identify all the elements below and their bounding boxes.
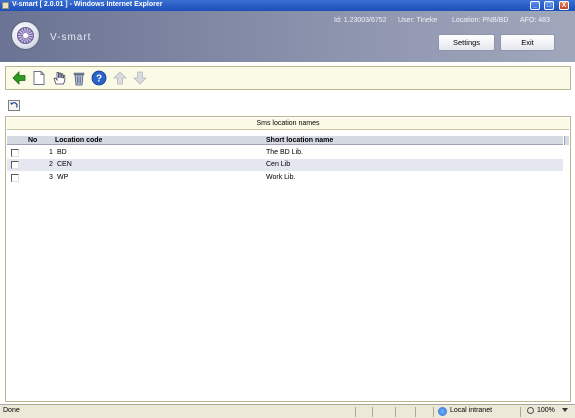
ie-page-icon (2, 2, 9, 9)
column-header-short-name[interactable]: Short location name (266, 137, 333, 144)
move-down-icon[interactable] (132, 70, 148, 86)
window-title-bar: V-smart [ 2.0.01 ] - Windows Internet Ex… (0, 0, 575, 11)
row-no: 1 (49, 149, 53, 156)
status-divider (372, 407, 373, 417)
table-row[interactable]: 1 BD The BD Lib. (7, 147, 563, 159)
undo-arrow-icon (10, 102, 18, 108)
exit-button[interactable]: Exit (500, 34, 555, 51)
location-names-panel: Sms location names No Location code Shor… (5, 116, 571, 402)
new-document-icon[interactable] (31, 70, 47, 86)
minimize-button[interactable]: _ (530, 1, 540, 10)
back-arrow-icon[interactable] (11, 70, 27, 86)
select-hand-icon[interactable] (51, 70, 67, 86)
status-divider (433, 407, 434, 417)
settings-button[interactable]: Settings (438, 34, 495, 51)
row-checkbox[interactable] (11, 161, 19, 169)
toolbar: ? (5, 66, 571, 90)
row-short-name: Work Lib. (266, 174, 296, 181)
move-up-icon[interactable] (112, 70, 128, 86)
table-row[interactable]: 2 CEN Cen Lib (7, 159, 563, 171)
table-header: No Location code Short location name (7, 136, 563, 145)
browser-status-bar: Done Local intranet 100% (0, 404, 575, 418)
zoom-level[interactable]: 100% (537, 407, 555, 414)
row-location-code: WP (57, 174, 69, 181)
security-zone: Local intranet (450, 407, 493, 414)
row-short-name: Cen Lib (266, 161, 291, 168)
row-location-code: CEN (57, 161, 72, 168)
session-id: Id: 1.23003/6752 (334, 17, 387, 24)
undo-button[interactable] (8, 100, 20, 111)
window-title: V-smart [ 2.0.01 ] - Windows Internet Ex… (12, 1, 163, 8)
header-scroll-edge (564, 136, 569, 145)
status-divider (520, 407, 521, 417)
status-text: Done (3, 407, 20, 414)
app-header: V-smart Id: 1.23003/6752 User: Tineke Lo… (0, 11, 575, 62)
row-no: 2 (49, 161, 53, 168)
status-divider (395, 407, 396, 417)
panel-title: Sms location names (7, 118, 569, 130)
intranet-zone-icon (438, 407, 447, 416)
delete-bin-icon[interactable] (71, 70, 87, 86)
session-location: Location: PNB/BD (452, 17, 509, 24)
help-icon[interactable]: ? (91, 70, 107, 86)
row-no: 3 (49, 174, 53, 181)
table-row[interactable]: 3 WP Work Lib. (7, 172, 563, 184)
status-divider (415, 407, 416, 417)
brand-name: V-smart (50, 32, 92, 43)
column-header-no[interactable]: No (28, 137, 37, 144)
status-divider (355, 407, 356, 417)
row-checkbox[interactable] (11, 149, 19, 157)
session-user: User: Tineke (398, 17, 438, 24)
maximize-button[interactable]: □ (544, 1, 554, 10)
row-short-name: The BD Lib. (266, 149, 303, 156)
session-afo: AFO: 483 (520, 17, 550, 24)
column-header-location-code[interactable]: Location code (55, 137, 102, 144)
row-checkbox[interactable] (11, 174, 19, 182)
svg-text:?: ? (96, 74, 102, 85)
zoom-magnifier-icon[interactable] (527, 407, 534, 414)
vsmart-logo-icon (11, 21, 40, 50)
zoom-dropdown-icon[interactable] (562, 408, 568, 412)
row-location-code: BD (57, 149, 67, 156)
close-window-button[interactable]: X (559, 1, 569, 10)
